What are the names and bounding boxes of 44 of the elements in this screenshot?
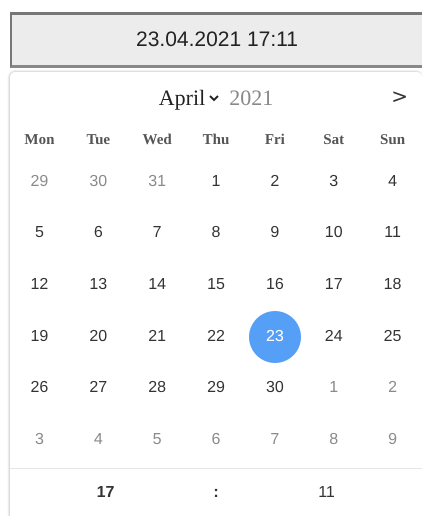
calendar-day[interactable]: 18 <box>366 258 419 311</box>
calendar-day[interactable]: 30 <box>248 362 301 414</box>
weekday-label: Fri <box>264 132 285 148</box>
calendar-day[interactable]: 19 <box>13 310 66 363</box>
minute-field[interactable]: 11 <box>231 484 422 502</box>
calendar-day[interactable]: 6 <box>72 207 124 260</box>
calendar-day[interactable]: 8 <box>190 207 242 260</box>
weekday-label: Sun <box>380 132 406 148</box>
month-dropdown[interactable]: April <box>158 85 220 111</box>
weekday-label: Tue <box>86 132 110 148</box>
date-time-field[interactable]: 23.04.2021 17:11 <box>10 12 422 68</box>
calendar-day[interactable]: 21 <box>131 310 184 363</box>
weekday-label: Sat <box>323 132 344 148</box>
weekday-label: Thu <box>202 132 230 148</box>
calendar-day[interactable]: 25 <box>366 310 419 363</box>
calendar-day[interactable]: 22 <box>190 310 242 363</box>
calendar-day[interactable]: 26 <box>13 362 66 414</box>
calendar-day[interactable]: 20 <box>72 310 124 363</box>
calendar-day[interactable]: 1 <box>190 156 242 208</box>
calendar-day[interactable]: 29 <box>190 362 242 414</box>
calendar-day[interactable]: 27 <box>72 362 124 414</box>
calendar-day[interactable]: 17 <box>308 258 360 311</box>
calendar-day[interactable]: 28 <box>131 362 184 414</box>
calendar-day[interactable]: 24 <box>308 310 360 363</box>
calendar-day[interactable]: 4 <box>366 156 419 208</box>
weekday-label: Wed <box>142 132 172 148</box>
weekday-label: Mon <box>24 132 54 148</box>
calendar-day[interactable]: 14 <box>131 258 184 311</box>
chevron-down-icon <box>209 94 220 102</box>
year-field[interactable]: 2021 <box>229 85 274 111</box>
calendar-day[interactable]: 15 <box>190 258 242 311</box>
calendar-day[interactable]: 2 <box>248 156 301 208</box>
next-month-button[interactable]: > <box>391 86 408 106</box>
calendar-day[interactable]: 13 <box>72 258 124 311</box>
calendar-day[interactable]: 3 <box>308 156 360 208</box>
calendar-day[interactable]: 5 <box>13 207 66 260</box>
calendar-day[interactable]: 7 <box>131 207 184 260</box>
calendar-day[interactable]: 11 <box>366 207 419 260</box>
calendar-day[interactable]: 10 <box>308 207 360 260</box>
hour-field[interactable]: 17 <box>10 484 201 502</box>
calendar-day[interactable]: 9 <box>248 207 301 260</box>
calendar-day[interactable]: 16 <box>248 258 301 311</box>
calendar-day[interactable]: 12 <box>13 258 66 311</box>
time-separator: : <box>212 484 220 502</box>
